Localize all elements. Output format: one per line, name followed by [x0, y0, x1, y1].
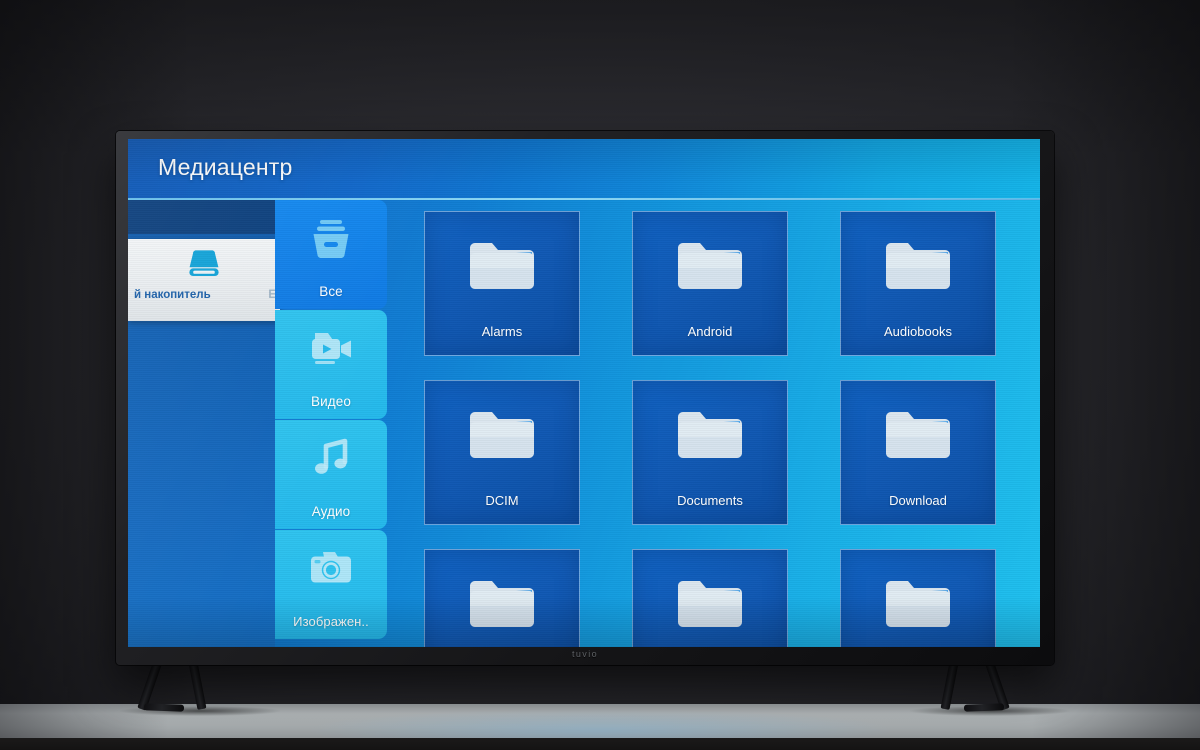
folder-tile[interactable]: [840, 549, 996, 647]
folder-tile[interactable]: DCIM: [424, 380, 580, 525]
category-label: Аудио: [311, 504, 351, 519]
folder-tile[interactable]: Documents: [632, 380, 788, 525]
app-header: Медиацентр: [128, 139, 1040, 199]
folder-grid: Alarms Android Audiobooks DCIM Documents…: [410, 200, 1040, 647]
tv-screen: Медиацентр й накопитель Е Все Видео Ауди…: [128, 139, 1040, 647]
folder-label: Documents: [677, 493, 743, 508]
folder-tile[interactable]: Audiobooks: [840, 211, 996, 356]
folder-label: DCIM: [485, 493, 519, 508]
folder-tile[interactable]: Alarms: [424, 211, 580, 356]
folder-label: Download: [889, 493, 947, 508]
camera-icon: [275, 547, 387, 592]
folder-icon: [841, 407, 995, 470]
category-item-all[interactable]: Все: [275, 200, 387, 309]
category-label: Видео: [311, 394, 351, 409]
table-front-edge: [0, 738, 1200, 750]
folder-tile[interactable]: Download: [840, 380, 996, 525]
photo-scene: tuvio Медиацентр й накопитель Е Все Виде…: [0, 0, 1200, 750]
folder-icon: [841, 238, 995, 301]
sidebar-panel-lower: [128, 321, 275, 647]
category-item-video[interactable]: Видео: [275, 310, 387, 419]
music-note-icon: [275, 437, 387, 484]
folder-label: Android: [687, 324, 733, 339]
tv-brand-logo: tuvio: [571, 649, 598, 659]
folder-icon: [425, 407, 579, 470]
category-item-images[interactable]: Изображен..: [275, 530, 387, 639]
hard-drive-icon: [128, 249, 280, 284]
folder-label: Alarms: [481, 324, 523, 339]
folder-tile[interactable]: [424, 549, 580, 647]
category-label: Изображен..: [293, 614, 369, 629]
page-title: Медиацентр: [158, 154, 293, 180]
category-rail: Все Видео Аудио Изображен..: [275, 200, 387, 647]
drive-selector[interactable]: й накопитель Е: [128, 239, 280, 321]
folder-tile[interactable]: Android: [632, 211, 788, 356]
folder-icon: [633, 576, 787, 639]
archive-box-icon: [275, 217, 387, 266]
folder-icon: [841, 576, 995, 639]
folder-tile[interactable]: [632, 549, 788, 647]
video-camera-icon: [275, 327, 387, 374]
folder-label: Audiobooks: [884, 324, 952, 339]
tv-stand-leg-left: [137, 658, 250, 712]
category-label: Все: [319, 284, 343, 299]
folder-icon: [425, 576, 579, 639]
tv-stand-leg-right: [930, 658, 1040, 712]
drive-selector-label: й накопитель: [134, 289, 211, 301]
folder-icon: [633, 407, 787, 470]
category-item-audio[interactable]: Аудио: [275, 420, 387, 529]
media-center-app: Медиацентр й накопитель Е Все Видео Ауди…: [128, 139, 1040, 647]
folder-icon: [633, 238, 787, 301]
folder-icon: [425, 238, 579, 301]
